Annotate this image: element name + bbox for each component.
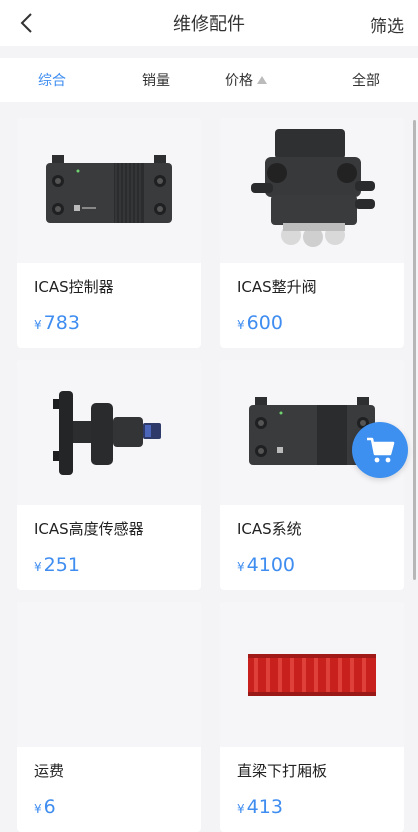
product-image [17,360,201,505]
sort-asc-icon [257,76,267,84]
cart-button[interactable] [352,422,408,478]
chevron-left-icon [20,13,32,33]
product-name: 运费 [34,762,65,780]
price-value: 251 [43,554,80,576]
valve-icon [251,129,375,247]
product-image [220,118,404,263]
scrollbar[interactable] [413,120,416,580]
panel-icon [248,653,376,696]
sort-tab-label: 销量 [142,73,170,89]
top-nav-bar: 维修配件 筛选 [0,0,418,46]
product-card[interactable]: ICAS控制器 ¥ 783 [17,118,201,348]
shopping-cart-icon [367,437,395,463]
price-value: 413 [246,796,283,818]
sort-tab-all[interactable]: 全部 [352,70,380,90]
controller-icon [46,154,172,223]
sort-tab-label: 综合 [38,73,66,89]
product-price: ¥ 783 [34,312,80,334]
price-value: 6 [43,796,56,818]
product-image [220,602,404,747]
back-button[interactable] [14,11,38,35]
currency-symbol: ¥ [34,802,42,816]
page-title: 维修配件 [173,14,245,35]
product-name: ICAS系统 [237,520,302,538]
product-price: ¥ 251 [34,554,80,576]
sort-tab-comprehensive[interactable]: 综合 [38,70,66,90]
price-value: 783 [43,312,80,334]
product-price: ¥ 6 [34,796,56,818]
product-image [17,602,201,747]
product-name: ICAS控制器 [34,278,114,296]
product-card[interactable]: 运费 ¥ 6 [17,602,201,832]
sort-bar: 综合 销量 价格 全部 [0,58,418,102]
sort-tab-label: 全部 [352,73,380,89]
currency-symbol: ¥ [34,560,42,574]
sort-tab-price[interactable]: 价格 [225,70,267,90]
price-value: 600 [246,312,283,334]
filter-button[interactable]: 筛选 [370,12,404,37]
product-card[interactable]: 直梁下打厢板 ¥ 413 [220,602,404,832]
product-card[interactable]: ICAS整升阀 ¥ 600 [220,118,404,348]
sensor-icon [53,391,161,475]
currency-symbol: ¥ [237,802,245,816]
product-price: ¥ 4100 [237,554,295,576]
product-name: ICAS整升阀 [237,278,317,296]
product-image [17,118,201,263]
price-value: 4100 [246,554,295,576]
currency-symbol: ¥ [237,318,245,332]
currency-symbol: ¥ [34,318,42,332]
product-name: ICAS高度传感器 [34,520,144,538]
product-card[interactable]: ICAS高度传感器 ¥ 251 [17,360,201,590]
product-price: ¥ 413 [237,796,283,818]
product-price: ¥ 600 [237,312,283,334]
currency-symbol: ¥ [237,560,245,574]
sort-tab-sales[interactable]: 销量 [142,70,170,90]
sort-tab-label: 价格 [225,73,253,89]
product-name: 直梁下打厢板 [237,762,328,780]
